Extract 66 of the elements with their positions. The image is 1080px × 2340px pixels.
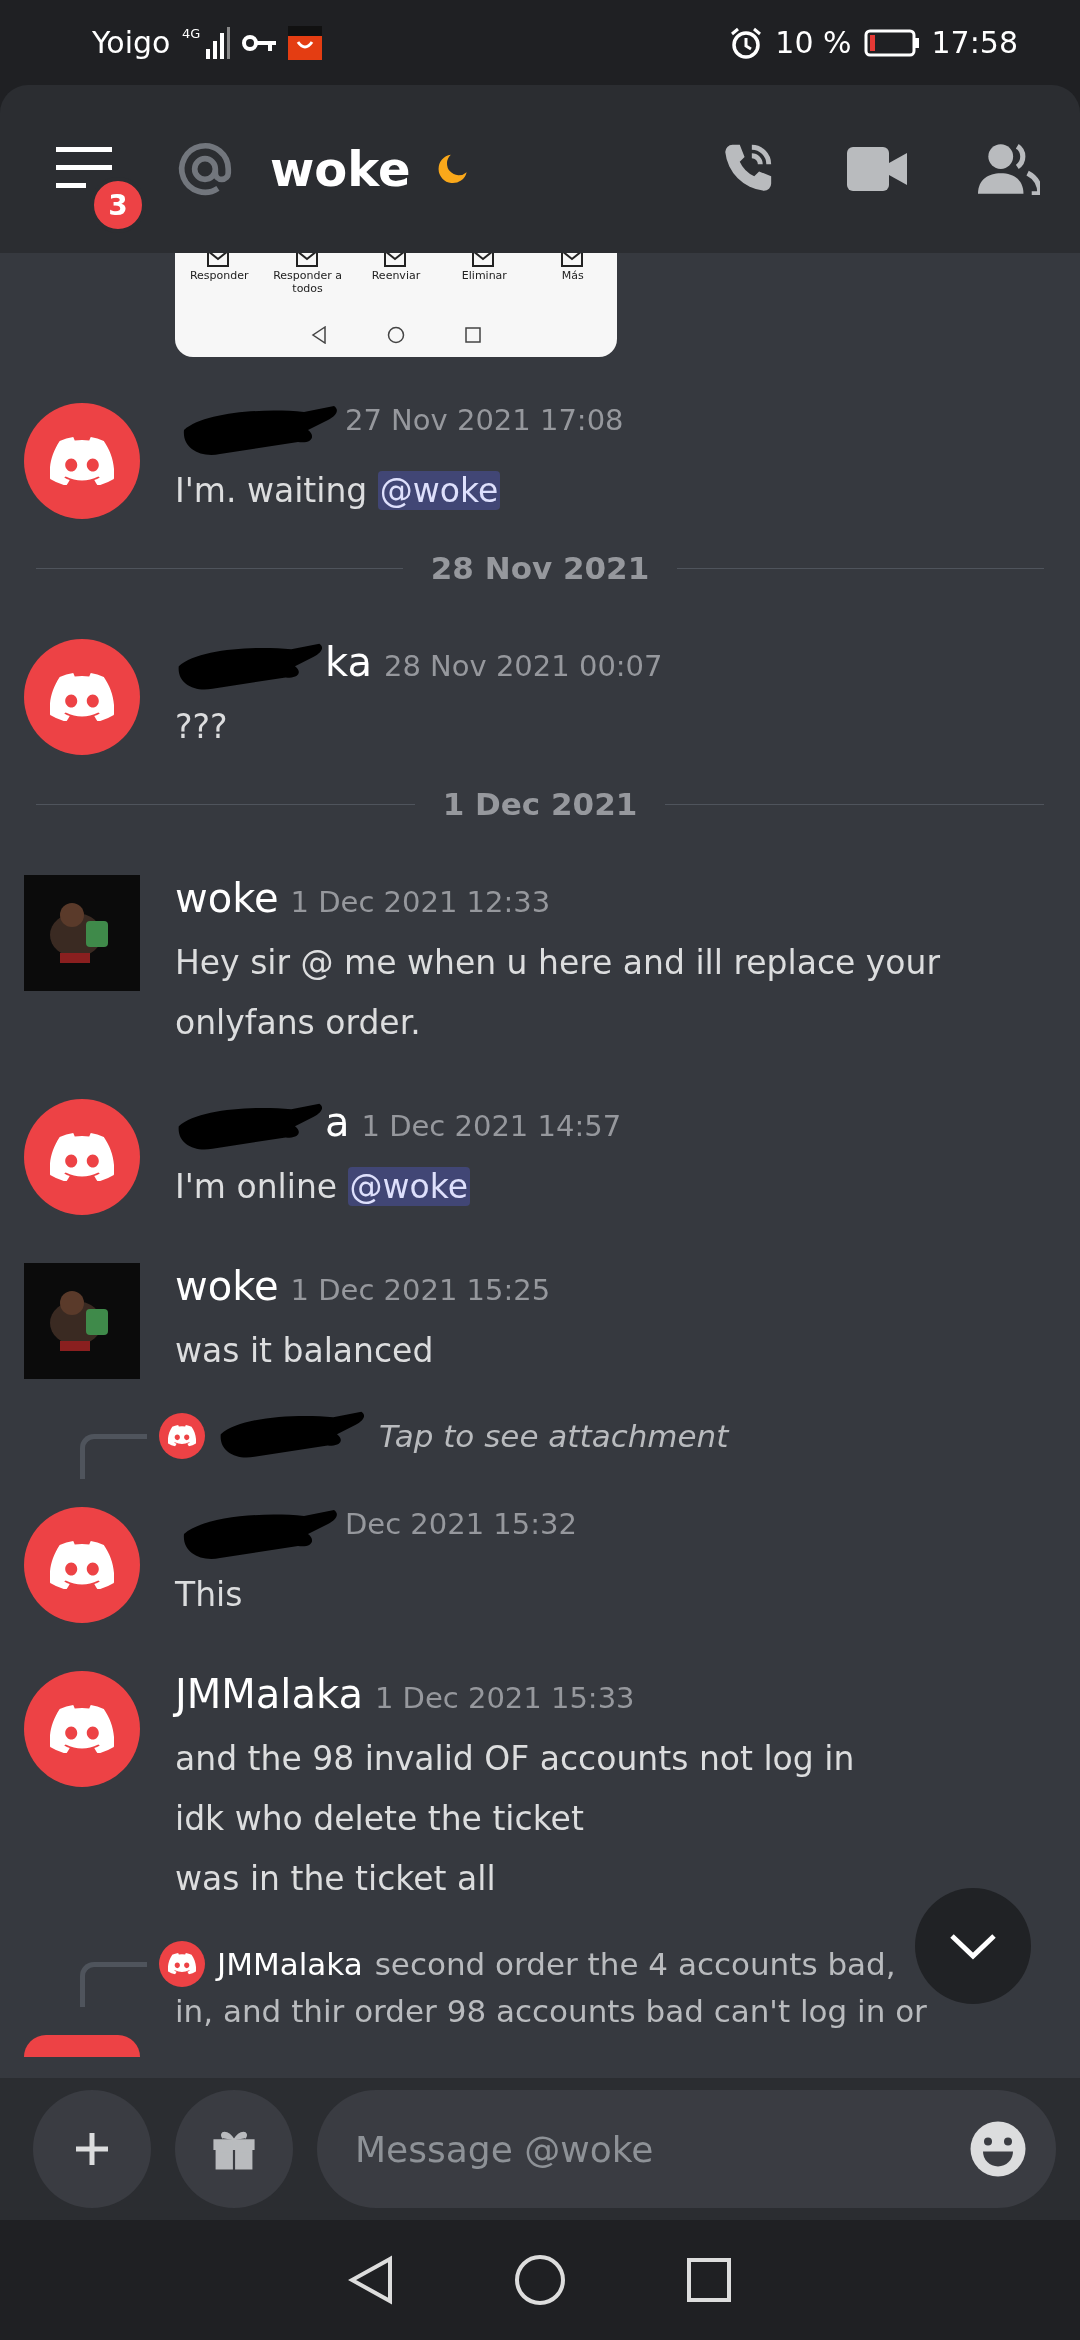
chevron-down-icon	[948, 1932, 998, 1960]
battery-percentage: 10 %	[775, 25, 852, 60]
message-author[interactable]: JMMalaka	[175, 1671, 363, 1717]
message-author[interactable]: a	[325, 1099, 350, 1145]
message-text: I'm. waiting @woke	[175, 470, 502, 512]
message-text: I'm online @woke	[175, 1157, 1055, 1217]
recents-icon[interactable]	[686, 2257, 732, 2303]
message-timestamp: 1 Dec 2021 14:57	[361, 1109, 622, 1143]
reply-preview[interactable]: Tap to see attachment	[379, 1418, 729, 1454]
alarm-icon	[729, 25, 764, 60]
discord-logo-icon	[50, 672, 114, 722]
discord-logo-icon	[168, 1953, 196, 1975]
clock-time: 17:58	[931, 25, 1018, 60]
message-timestamp: Dec 2021 15:32	[345, 1507, 577, 1541]
recents-icon	[465, 327, 481, 343]
message-text: ???	[175, 706, 229, 748]
message-text: idk who delete the ticket	[175, 1798, 585, 1840]
message-timestamp: 1 Dec 2021 12:33	[290, 885, 551, 919]
back-icon	[311, 326, 327, 344]
home-icon[interactable]	[514, 2254, 566, 2306]
message-bar[interactable]: Message @woke	[317, 2090, 1056, 2208]
menu-icon[interactable]	[56, 147, 112, 191]
video-camera-icon[interactable]	[846, 147, 908, 191]
toolbar-action-icon	[294, 253, 321, 269]
back-icon[interactable]	[348, 2255, 394, 2305]
channel-title: woke	[270, 141, 411, 197]
shopping-app-icon	[288, 25, 323, 60]
message-author[interactable]: ka	[325, 639, 372, 685]
attachment-image[interactable]: Responder Responder a todos Reenviar Eliminar Más	[175, 253, 617, 357]
message-text: Hey sir @ me when u here and ill replace your onlyfans order.	[175, 942, 942, 1044]
toolbar-action-icon	[382, 253, 409, 269]
discord-logo-icon	[168, 1425, 196, 1447]
message-timestamp: 1 Dec 2021 15:33	[374, 1681, 635, 1715]
reply-author: JMMalaka	[217, 1946, 363, 1982]
message-timestamp: 28 Nov 2021 00:07	[384, 649, 663, 683]
carrier-name: Yoigo	[92, 25, 171, 60]
message-input[interactable]: Message @woke	[353, 2127, 968, 2171]
message-text: and the 98 invalid OF accounts not log in	[175, 1738, 856, 1780]
discord-logo-icon	[50, 1540, 114, 1590]
toolbar-action-label: Eliminar	[461, 269, 507, 282]
discord-logo-icon	[50, 1132, 114, 1182]
emoji-icon[interactable]	[968, 2119, 1028, 2179]
message-text: was it balanced	[175, 1330, 435, 1372]
reply-preview[interactable]: second order the 4 accounts bad,	[374, 1946, 896, 1982]
message-author[interactable]: woke	[175, 1263, 279, 1309]
discord-logo-icon	[50, 1704, 114, 1754]
discord-logo-icon	[50, 436, 114, 486]
home-icon	[387, 326, 405, 344]
toolbar-action-label: Más	[561, 269, 584, 282]
message-text: was in the ticket all	[175, 1858, 497, 1900]
message-author[interactable]: woke	[175, 875, 279, 921]
date-divider: 1 Dec 2021	[442, 786, 638, 822]
date-divider: 28 Nov 2021	[430, 550, 650, 586]
reply-connector	[80, 1962, 147, 2007]
reply-connector	[80, 1434, 147, 1479]
message-text: This	[175, 1574, 244, 1616]
message-timestamp: 27 Nov 2021 17:08	[345, 403, 624, 437]
toolbar-action-icon	[559, 253, 586, 269]
toolbar-action-label: Responder a todos	[272, 269, 343, 295]
reply-preview[interactable]: in, and thir order 98 accounts bad can't log in or	[0, 1993, 1080, 2029]
key-icon	[242, 32, 277, 53]
message-timestamp: 1 Dec 2021 15:25	[290, 1273, 551, 1307]
toolbar-action-label: Reenviar	[371, 269, 421, 282]
members-icon[interactable]	[978, 143, 1040, 195]
toolbar-action-label: Responder	[189, 269, 249, 282]
battery-icon	[863, 28, 920, 57]
